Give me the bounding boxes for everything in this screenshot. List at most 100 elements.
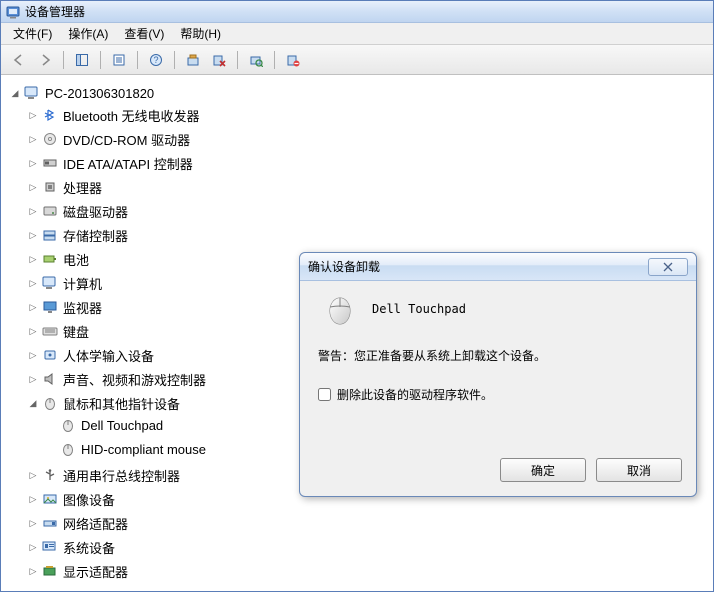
menu-help[interactable]: 帮助(H) xyxy=(172,23,229,44)
cpu-icon xyxy=(41,179,59,195)
tree-item[interactable]: ▷ 处理器 xyxy=(25,177,713,197)
expand-icon[interactable]: ▷ xyxy=(27,565,39,577)
warning-text: 警告：您正准备要从系统上卸载这个设备。 xyxy=(318,347,678,364)
disk-icon xyxy=(41,203,59,219)
tree-item-label: 存储控制器 xyxy=(63,226,128,245)
hid-icon xyxy=(41,347,59,363)
toolbar-separator xyxy=(237,51,238,69)
expand-icon[interactable]: ▷ xyxy=(27,373,39,385)
system-icon xyxy=(41,539,59,555)
expand-icon[interactable]: ▷ xyxy=(27,301,39,313)
expand-icon[interactable]: ▷ xyxy=(27,133,39,145)
help-button[interactable]: ? xyxy=(144,48,168,72)
expand-icon[interactable]: ▷ xyxy=(27,253,39,265)
tree-root-label: PC-201306301820 xyxy=(45,86,154,101)
tree-item-label: HID-compliant mouse xyxy=(81,442,206,457)
tree-item-label: 鼠标和其他指针设备 xyxy=(63,394,180,413)
tree-item[interactable]: ▷ 磁盘驱动器 xyxy=(25,201,713,221)
toolbar-separator xyxy=(137,51,138,69)
display-icon xyxy=(41,563,59,579)
expand-icon[interactable]: ▷ xyxy=(27,277,39,289)
usb-icon xyxy=(41,467,59,483)
show-hide-tree-button[interactable] xyxy=(70,48,94,72)
tree-item-label: 键盘 xyxy=(63,322,89,341)
tree-item-label: 声音、视频和游戏控制器 xyxy=(63,370,206,389)
computer-icon xyxy=(41,275,59,291)
tree-item[interactable]: ▷ 存储控制器 xyxy=(25,225,713,245)
monitor-icon xyxy=(41,299,59,315)
window-title: 设备管理器 xyxy=(25,3,85,20)
close-button[interactable] xyxy=(648,258,688,276)
toolbar-separator xyxy=(63,51,64,69)
confirm-uninstall-dialog: 确认设备卸载 Dell Touchpad 警告：您正准备要从系统上卸载这个设备。… xyxy=(299,252,697,497)
tree-item[interactable]: ▷DVD/CD-ROM 驱动器 xyxy=(25,129,713,149)
tree-item-label: 网络适配器 xyxy=(63,514,128,533)
back-button[interactable] xyxy=(7,48,31,72)
toolbar: ? xyxy=(1,45,713,75)
device-name: Dell Touchpad xyxy=(372,302,466,316)
mouse-icon xyxy=(59,417,77,433)
computer-icon xyxy=(23,85,41,101)
update-driver-button[interactable] xyxy=(181,48,205,72)
bluetooth-icon xyxy=(41,107,59,123)
collapse-icon[interactable]: ◢ xyxy=(9,87,21,99)
expand-icon[interactable]: ▷ xyxy=(27,325,39,337)
expand-icon[interactable]: ▷ xyxy=(27,469,39,481)
tree-root[interactable]: ◢ PC-201306301820 xyxy=(7,83,713,103)
collapse-icon[interactable]: ◢ xyxy=(27,397,39,409)
disable-button[interactable] xyxy=(281,48,305,72)
network-icon xyxy=(41,515,59,531)
toolbar-separator xyxy=(100,51,101,69)
tree-item[interactable]: ▷IDE ATA/ATAPI 控制器 xyxy=(25,153,713,173)
properties-button[interactable] xyxy=(107,48,131,72)
delete-driver-checkbox-row[interactable]: 删除此设备的驱动程序软件。 xyxy=(318,386,678,403)
cancel-button[interactable]: 取消 xyxy=(596,458,682,482)
tree-item-label: 图像设备 xyxy=(63,490,115,509)
tree-item[interactable]: ▷ 系统设备 xyxy=(25,537,713,557)
app-icon xyxy=(5,4,21,20)
scan-hardware-button[interactable] xyxy=(244,48,268,72)
expand-icon[interactable]: ▷ xyxy=(27,541,39,553)
dvd-icon xyxy=(41,131,59,147)
titlebar: 设备管理器 xyxy=(1,1,713,23)
dialog-title: 确认设备卸载 xyxy=(308,258,648,275)
tree-item-label: 处理器 xyxy=(63,178,102,197)
tree-item[interactable]: ▷Bluetooth 无线电收发器 xyxy=(25,105,713,125)
tree-item-label: Dell Touchpad xyxy=(81,418,163,433)
tree-item[interactable]: ▷ 显示适配器 xyxy=(25,561,713,581)
tree-item-label: 电池 xyxy=(63,250,89,269)
mouse-icon xyxy=(322,293,358,325)
expand-icon[interactable]: ▷ xyxy=(27,229,39,241)
dialog-titlebar: 确认设备卸载 xyxy=(300,253,696,281)
checkbox-label: 删除此设备的驱动程序软件。 xyxy=(337,386,493,403)
expand-icon[interactable]: ▷ xyxy=(27,181,39,193)
image-icon xyxy=(41,491,59,507)
svg-text:?: ? xyxy=(153,55,158,65)
forward-button[interactable] xyxy=(33,48,57,72)
keyboard-icon xyxy=(41,323,59,339)
expand-icon[interactable]: ▷ xyxy=(27,109,39,121)
tree-item-label: 磁盘驱动器 xyxy=(63,202,128,221)
expand-icon[interactable]: ▷ xyxy=(27,205,39,217)
menubar: 文件(F) 操作(A) 查看(V) 帮助(H) xyxy=(1,23,713,45)
ok-button[interactable]: 确定 xyxy=(500,458,586,482)
expand-icon[interactable]: ▷ xyxy=(27,157,39,169)
uninstall-button[interactable] xyxy=(207,48,231,72)
delete-driver-checkbox[interactable] xyxy=(318,388,331,401)
tree-item-label: 监视器 xyxy=(63,298,102,317)
tree-item-label: 显示适配器 xyxy=(63,562,128,581)
expand-icon[interactable]: ▷ xyxy=(27,517,39,529)
menu-file[interactable]: 文件(F) xyxy=(5,23,60,44)
menu-view[interactable]: 查看(V) xyxy=(116,23,172,44)
dialog-body: Dell Touchpad 警告：您正准备要从系统上卸载这个设备。 删除此设备的… xyxy=(300,281,696,496)
storage-icon xyxy=(41,227,59,243)
toolbar-separator xyxy=(274,51,275,69)
menu-action[interactable]: 操作(A) xyxy=(60,23,116,44)
tree-item[interactable]: ▷ 网络适配器 xyxy=(25,513,713,533)
expand-icon[interactable]: ▷ xyxy=(27,493,39,505)
ide-icon xyxy=(41,155,59,171)
tree-item-label: 计算机 xyxy=(63,274,102,293)
mouse-icon xyxy=(59,441,77,457)
expand-icon[interactable]: ▷ xyxy=(27,349,39,361)
tree-item-label: 系统设备 xyxy=(63,538,115,557)
